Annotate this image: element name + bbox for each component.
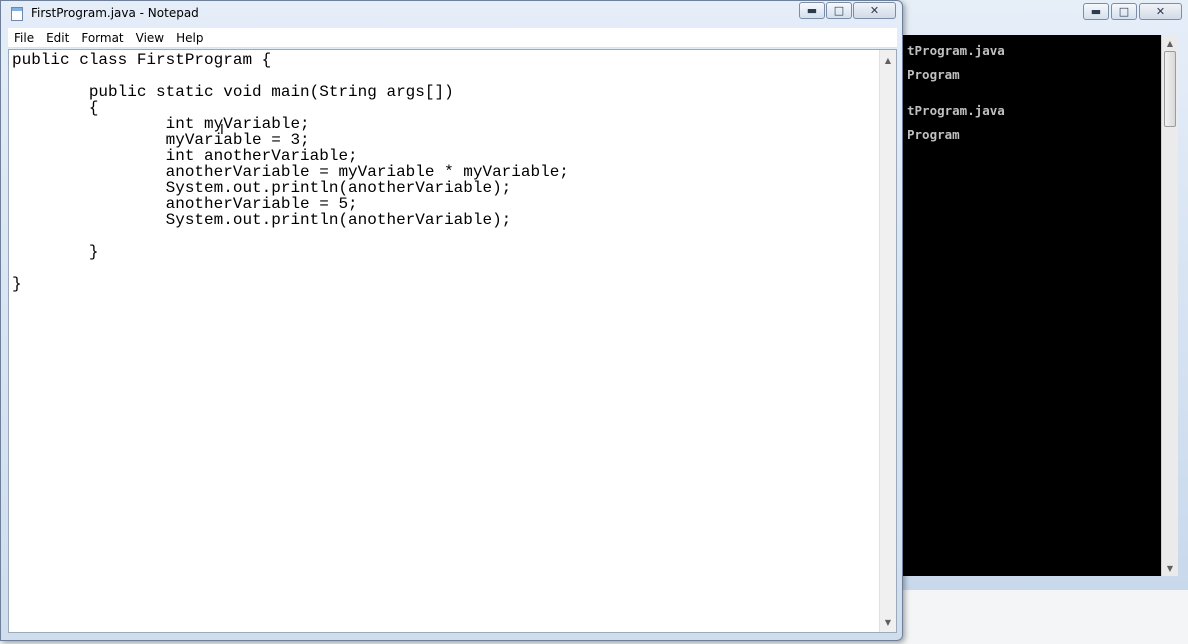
notepad-window-controls: ▬ □ ✕ — [799, 2, 896, 19]
text-cursor-icon: I — [220, 123, 224, 138]
editor-vertical-scrollbar[interactable]: ▲ ▼ — [879, 50, 896, 632]
console-line: tProgram.java — [907, 103, 1005, 118]
console-output[interactable]: tProgram.java Program tProgram.java Prog… — [903, 35, 1178, 576]
maximize-button[interactable]: □ — [826, 2, 852, 19]
menu-help[interactable]: Help — [170, 28, 209, 48]
minimize-button[interactable]: ▬ — [799, 2, 825, 19]
menu-bar: File Edit Format View Help — [8, 28, 897, 48]
console-window[interactable]: ▬ □ ✕ tProgram.java Program tProgram.jav… — [895, 0, 1188, 590]
console-scrollbar[interactable]: ▲ ▼ — [1161, 35, 1178, 576]
notepad-titlebar[interactable]: FirstProgram.java - Notepad ▬ □ ✕ — [1, 1, 902, 27]
console-minimize-button[interactable]: ▬ — [1083, 3, 1109, 20]
notepad-app-icon — [11, 7, 23, 21]
scroll-up-arrow-icon[interactable]: ▲ — [1162, 35, 1178, 51]
console-line: tProgram.java — [907, 43, 1005, 58]
console-line: Program — [907, 67, 960, 82]
console-scrollbar-thumb[interactable] — [1164, 51, 1176, 127]
console-close-button[interactable]: ✕ — [1139, 3, 1182, 20]
console-line: Program — [907, 127, 960, 142]
scroll-up-arrow-icon[interactable]: ▲ — [880, 52, 896, 68]
scroll-down-arrow-icon[interactable]: ▼ — [880, 614, 896, 630]
scroll-down-arrow-icon[interactable]: ▼ — [1162, 560, 1178, 576]
notepad-window[interactable]: FirstProgram.java - Notepad ▬ □ ✕ File E… — [0, 0, 903, 641]
menu-edit[interactable]: Edit — [40, 28, 75, 48]
console-window-controls: ▬ □ ✕ — [1083, 3, 1182, 20]
menu-view[interactable]: View — [130, 28, 170, 48]
window-title: FirstProgram.java - Notepad — [31, 6, 199, 20]
text-editor-area[interactable]: public class FirstProgram { public stati… — [8, 49, 897, 633]
code-text[interactable]: public class FirstProgram { public stati… — [12, 52, 569, 292]
console-maximize-button[interactable]: □ — [1111, 3, 1137, 20]
close-button[interactable]: ✕ — [853, 2, 896, 19]
menu-format[interactable]: Format — [75, 28, 129, 48]
menu-file[interactable]: File — [8, 28, 40, 48]
